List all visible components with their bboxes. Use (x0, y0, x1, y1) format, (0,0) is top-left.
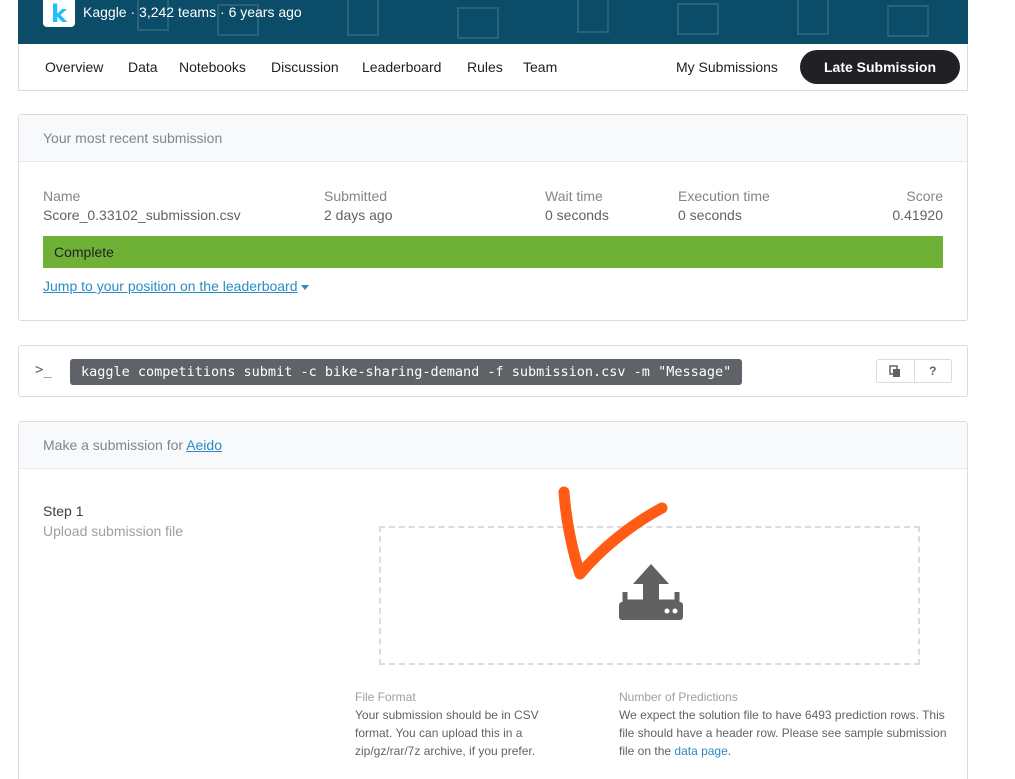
make-submission-card: Make a submission for Aeido Step 1 Uploa… (18, 421, 968, 779)
score-label: Score (906, 188, 943, 204)
tab-team[interactable]: Team (523, 59, 557, 75)
execution-time-value: 0 seconds (678, 207, 742, 223)
submitted-column: Submitted 2 days ago (324, 188, 393, 223)
tab-leaderboard[interactable]: Leaderboard (362, 59, 441, 75)
file-format-text: Your submission should be in CSV format.… (355, 708, 539, 758)
terminal-icon: >_ (35, 362, 52, 378)
make-submission-heading: Make a submission for Aeido (19, 422, 967, 469)
competition-tabs: Overview Data Notebooks Discussion Leade… (18, 44, 968, 91)
caret-down-icon (300, 284, 309, 290)
tab-rules[interactable]: Rules (467, 59, 503, 75)
competition-age: 6 years ago (228, 4, 302, 20)
copy-button[interactable] (877, 360, 914, 382)
name-label: Name (43, 188, 81, 204)
execution-time-label: Execution time (678, 188, 770, 204)
predictions-title: Number of Predictions (619, 690, 738, 704)
owner-link[interactable]: Aeido (186, 437, 222, 453)
kaggle-logo[interactable]: k (43, 0, 75, 28)
submitted-label: Submitted (324, 188, 388, 204)
recent-submission-card: Your most recent submission Name Score_0… (18, 114, 968, 321)
file-format-info: File Format Your submission should be in… (355, 688, 565, 760)
status-badge: Complete (43, 236, 943, 268)
api-command-text[interactable]: kaggle competitions submit -c bike-shari… (70, 359, 743, 385)
help-button[interactable]: ? (913, 360, 952, 382)
submitted-value: 2 days ago (324, 207, 393, 223)
cli-actions: ? (876, 359, 952, 383)
wait-time-column: Wait time 0 seconds (545, 188, 609, 223)
copy-icon (889, 364, 901, 377)
execution-time-column: Execution time 0 seconds (678, 188, 770, 223)
name-column: Name Score_0.33102_submission.csv (43, 188, 241, 223)
predictions-info: Number of Predictions We expect the solu… (619, 688, 949, 760)
wait-time-value: 0 seconds (545, 207, 609, 223)
api-command-card: >_ kaggle competitions submit -c bike-sh… (18, 345, 968, 397)
wait-time-label: Wait time (545, 188, 603, 204)
competition-meta: Kaggle · 3,242 teams · 6 years ago (83, 4, 302, 20)
upload-icon (619, 564, 683, 620)
my-submissions-link[interactable]: My Submissions (676, 59, 778, 75)
data-page-link[interactable]: data page (674, 744, 727, 758)
submission-filename: Score_0.33102_submission.csv (43, 207, 241, 223)
competition-banner: k Kaggle · 3,242 teams · 6 years ago (18, 0, 968, 44)
jump-to-leaderboard-link[interactable]: Jump to your position on the leaderboard (43, 278, 309, 294)
score-column: Score 0.41920 (892, 188, 943, 223)
tab-notebooks[interactable]: Notebooks (179, 59, 246, 75)
tab-data[interactable]: Data (128, 59, 158, 75)
brand-name[interactable]: Kaggle (83, 4, 127, 20)
late-submission-button[interactable]: Late Submission (800, 50, 960, 84)
tab-discussion[interactable]: Discussion (271, 59, 339, 75)
file-format-title: File Format (355, 690, 416, 704)
tab-overview[interactable]: Overview (45, 59, 103, 75)
team-count: 3,242 teams (139, 4, 217, 20)
step-subtitle: Upload submission file (43, 523, 184, 539)
recent-submission-heading: Your most recent submission (19, 115, 967, 162)
step-title: Step 1 (43, 503, 84, 519)
predictions-text: We expect the solution file to have 6493… (619, 708, 947, 758)
upload-dropzone[interactable] (379, 526, 920, 665)
score-value: 0.41920 (892, 207, 943, 223)
